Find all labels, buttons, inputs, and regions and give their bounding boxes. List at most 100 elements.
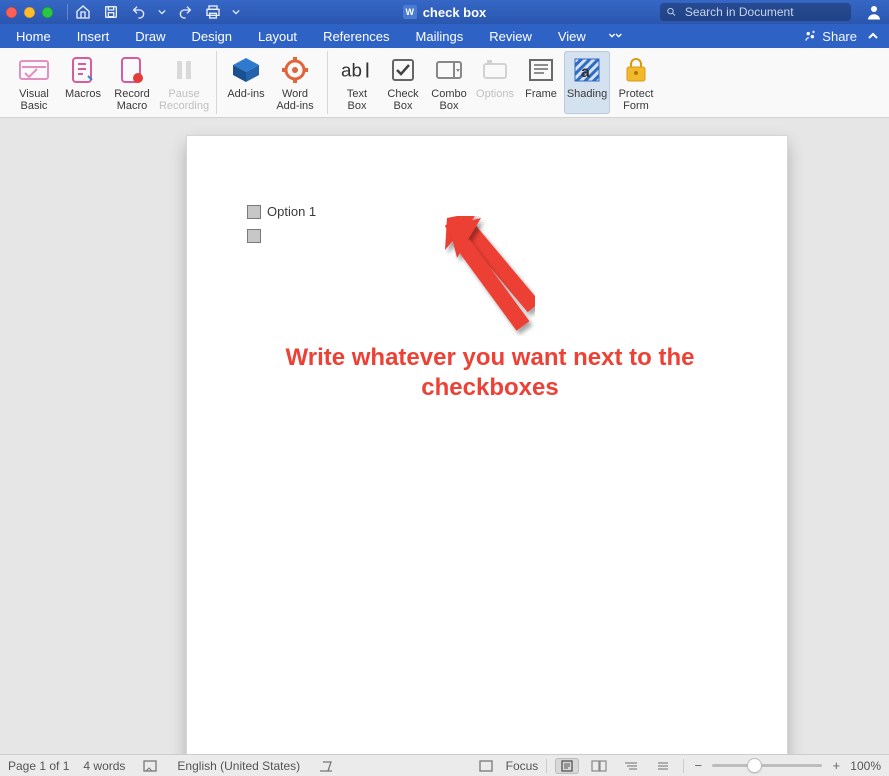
minimize-window-button[interactable] bbox=[24, 7, 35, 18]
checkbox-row-1: Option 1 bbox=[247, 204, 739, 219]
view-web-layout-icon[interactable] bbox=[587, 758, 611, 774]
protect-form-label: Protect Form bbox=[619, 88, 654, 112]
window-controls bbox=[6, 7, 53, 18]
macros-button[interactable]: Macros bbox=[60, 51, 106, 114]
account-icon[interactable] bbox=[865, 3, 883, 21]
focus-mode-button[interactable] bbox=[474, 758, 498, 774]
pause-recording-label: Pause Recording bbox=[159, 88, 209, 112]
ribbon-group-code: Visual Basic Macros Record Macro Pause R… bbox=[8, 51, 217, 114]
share-label: Share bbox=[822, 29, 857, 44]
svg-text:ab: ab bbox=[341, 60, 362, 81]
tab-draw[interactable]: Draw bbox=[131, 27, 169, 46]
frame-label: Frame bbox=[525, 88, 557, 100]
zoom-percentage[interactable]: 100% bbox=[850, 759, 881, 773]
status-bar: Page 1 of 1 4 words English (United Stat… bbox=[0, 754, 889, 776]
zoom-slider-thumb[interactable] bbox=[748, 759, 761, 772]
protect-form-button[interactable]: Protect Form bbox=[610, 51, 662, 114]
check-box-icon bbox=[387, 54, 419, 86]
search-input[interactable] bbox=[683, 4, 843, 20]
options-label: Options bbox=[476, 88, 514, 100]
quick-access-toolbar bbox=[74, 3, 240, 21]
view-draft-icon[interactable] bbox=[651, 758, 675, 774]
collapse-ribbon-icon[interactable] bbox=[867, 30, 879, 42]
check-box-button[interactable]: Check Box bbox=[380, 51, 426, 114]
tab-design[interactable]: Design bbox=[188, 27, 236, 46]
focus-label[interactable]: Focus bbox=[506, 759, 539, 773]
zoom-slider[interactable] bbox=[712, 764, 822, 767]
tab-review[interactable]: Review bbox=[485, 27, 536, 46]
shading-icon: a bbox=[571, 54, 603, 86]
tab-layout[interactable]: Layout bbox=[254, 27, 301, 46]
quick-access-overflow-icon[interactable] bbox=[232, 3, 240, 21]
record-macro-button[interactable]: Record Macro bbox=[106, 51, 158, 114]
menu-bar: Home Insert Draw Design Layout Reference… bbox=[0, 24, 889, 48]
visual-basic-icon bbox=[18, 54, 50, 86]
statusbar-separator bbox=[546, 759, 547, 773]
tabs-overflow-icon[interactable] bbox=[608, 31, 624, 41]
svg-text:a: a bbox=[581, 64, 590, 81]
status-words[interactable]: 4 words bbox=[83, 759, 125, 773]
form-checkbox[interactable] bbox=[247, 229, 261, 243]
close-window-button[interactable] bbox=[6, 7, 17, 18]
record-macro-label: Record Macro bbox=[114, 88, 149, 112]
document-title-text: check box bbox=[423, 5, 487, 20]
tab-mailings[interactable]: Mailings bbox=[412, 27, 468, 46]
checkbox-label[interactable]: Option 1 bbox=[267, 204, 316, 219]
zoom-out-button[interactable]: − bbox=[692, 758, 704, 773]
share-button[interactable]: Share bbox=[803, 29, 857, 44]
word-add-ins-icon bbox=[279, 54, 311, 86]
undo-dropdown-icon[interactable] bbox=[158, 3, 166, 21]
macros-label: Macros bbox=[65, 88, 101, 100]
view-outline-icon[interactable] bbox=[619, 758, 643, 774]
status-language[interactable]: English (United States) bbox=[177, 759, 300, 773]
share-icon bbox=[803, 29, 817, 43]
word-add-ins-label: Word Add-ins bbox=[276, 88, 313, 112]
zoom-in-button[interactable]: + bbox=[830, 758, 842, 773]
ribbon-group-addins: Add-ins Word Add-ins bbox=[223, 51, 328, 114]
page-content: Option 1 bbox=[247, 204, 739, 253]
print-icon[interactable] bbox=[204, 3, 222, 21]
redo-icon[interactable] bbox=[176, 3, 194, 21]
search-icon bbox=[666, 6, 677, 18]
frame-button[interactable]: Frame bbox=[518, 51, 564, 114]
form-checkbox[interactable] bbox=[247, 205, 261, 219]
options-button: Options bbox=[472, 51, 518, 114]
protect-form-icon bbox=[620, 54, 652, 86]
document-canvas[interactable]: Option 1 bbox=[0, 118, 889, 754]
home-icon[interactable] bbox=[74, 3, 92, 21]
search-box[interactable] bbox=[660, 3, 851, 21]
ribbon: Visual Basic Macros Record Macro Pause R… bbox=[0, 48, 889, 118]
fullscreen-window-button[interactable] bbox=[42, 7, 53, 18]
statusbar-separator bbox=[683, 759, 684, 773]
checkbox-row-2 bbox=[247, 229, 739, 243]
tab-references[interactable]: References bbox=[319, 27, 393, 46]
text-box-button[interactable]: ab Text Box bbox=[334, 51, 380, 114]
shading-label: Shading bbox=[567, 88, 607, 100]
spellcheck-icon[interactable] bbox=[139, 758, 163, 774]
record-macro-icon bbox=[116, 54, 148, 86]
tab-home[interactable]: Home bbox=[12, 27, 55, 46]
status-page[interactable]: Page 1 of 1 bbox=[8, 759, 69, 773]
word-add-ins-button[interactable]: Word Add-ins bbox=[269, 51, 321, 114]
undo-icon[interactable] bbox=[130, 3, 148, 21]
accessibility-icon[interactable] bbox=[314, 758, 338, 774]
ribbon-group-controls: ab Text Box Check Box Combo Box bbox=[334, 51, 668, 114]
shading-button[interactable]: a Shading bbox=[564, 51, 610, 114]
add-ins-button[interactable]: Add-ins bbox=[223, 51, 269, 114]
combo-box-icon bbox=[433, 54, 465, 86]
visual-basic-label: Visual Basic bbox=[19, 88, 49, 112]
visual-basic-button[interactable]: Visual Basic bbox=[8, 51, 60, 114]
add-ins-label: Add-ins bbox=[227, 88, 264, 100]
word-doc-icon: W bbox=[403, 5, 417, 19]
titlebar-separator bbox=[67, 4, 68, 20]
combo-box-button[interactable]: Combo Box bbox=[426, 51, 472, 114]
pause-recording-icon bbox=[168, 54, 200, 86]
view-print-layout-icon[interactable] bbox=[555, 758, 579, 774]
tab-view[interactable]: View bbox=[554, 27, 590, 46]
combo-box-label: Combo Box bbox=[431, 88, 466, 112]
save-icon[interactable] bbox=[102, 3, 120, 21]
add-ins-icon bbox=[230, 54, 262, 86]
page[interactable]: Option 1 bbox=[187, 136, 787, 754]
tab-insert[interactable]: Insert bbox=[73, 27, 114, 46]
frame-icon bbox=[525, 54, 557, 86]
